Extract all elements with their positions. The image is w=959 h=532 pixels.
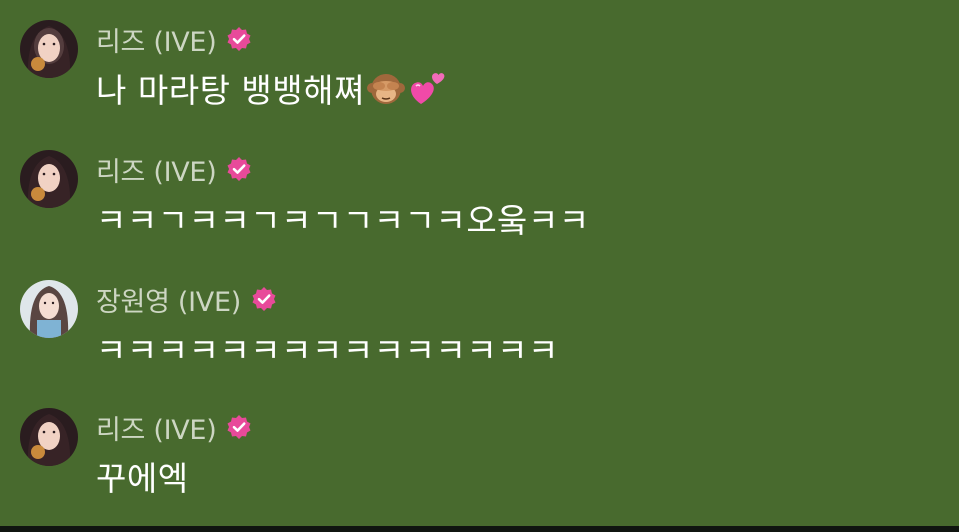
chat-message: 리즈 (IVE) 꾸에엑: [0, 406, 959, 506]
verified-badge-icon: [227, 157, 251, 181]
author-name[interactable]: 리즈 (IVE): [96, 150, 217, 189]
verified-badge-icon: [227, 415, 251, 439]
avatar[interactable]: [20, 150, 78, 208]
chat-message: 장원영 (IVE) ㅋㅋㅋㅋㅋㅋㅋㅋㅋㅋㅋㅋㅋㅋㅋ: [0, 278, 959, 378]
verified-badge-icon: [227, 27, 251, 51]
chat-feed: 리즈 (IVE) 나 마라탕 뱅뱅해쪄 리즈 (IVE) ㅋㅋㄱㅋㅋㄱㅋㄱㄱㅋㄱ…: [0, 0, 959, 532]
message-text: 나 마라탕 뱅뱅해쪄: [96, 71, 365, 110]
avatar[interactable]: [20, 408, 78, 466]
message-text: 꾸에엑: [96, 459, 189, 498]
author-name[interactable]: 리즈 (IVE): [96, 20, 217, 59]
message-text: ㅋㅋㄱㅋㅋㄱㅋㄱㄱㅋㄱㅋ오웈ㅋㅋ: [96, 201, 590, 240]
chat-message: 리즈 (IVE) 나 마라탕 뱅뱅해쪄: [0, 18, 959, 118]
author-name[interactable]: 장원영 (IVE): [96, 280, 241, 319]
verified-badge-icon: [252, 287, 276, 311]
author-name[interactable]: 리즈 (IVE): [96, 408, 217, 447]
chat-message: 리즈 (IVE) ㅋㅋㄱㅋㅋㄱㅋㄱㄱㅋㄱㅋ오웈ㅋㅋ: [0, 148, 959, 248]
see-no-evil-monkey-icon: [366, 74, 405, 104]
avatar[interactable]: [20, 20, 78, 78]
message-text: ㅋㅋㅋㅋㅋㅋㅋㅋㅋㅋㅋㅋㅋㅋㅋ: [96, 331, 559, 370]
two-hearts-icon: [410, 73, 445, 104]
avatar[interactable]: [20, 280, 78, 338]
bottom-divider: [0, 526, 959, 532]
